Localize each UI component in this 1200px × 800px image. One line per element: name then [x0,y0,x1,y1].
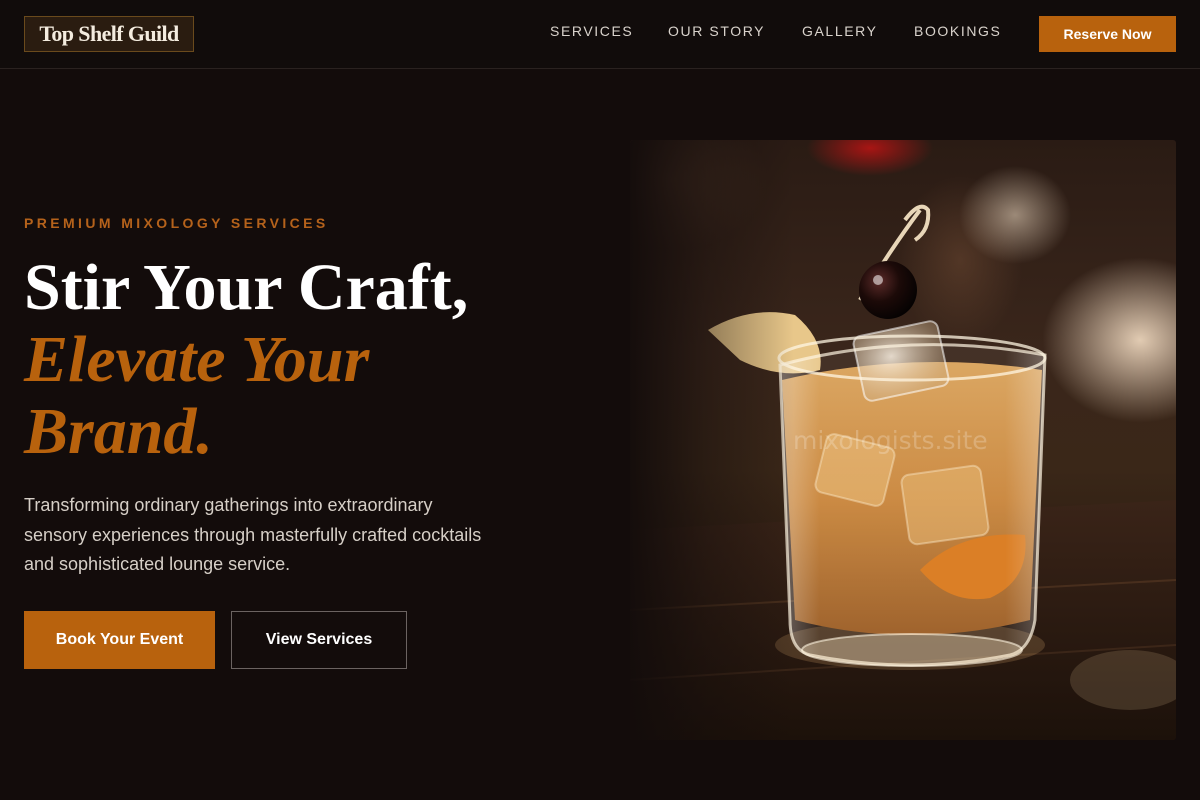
headline-line-2: Elevate Your [24,323,370,396]
hero-description: Transforming ordinary gatherings into ex… [24,495,482,575]
image-watermark: mixologists.site [793,426,988,455]
nav-link-our-story[interactable]: OUR STORY [668,23,765,39]
logo[interactable]: Top Shelf Guild [24,16,194,52]
nav-link-gallery[interactable]: GALLERY [802,23,878,39]
site-header: Top Shelf Guild SERVICES OUR STORY GALLE… [0,0,1200,69]
logo-text: Top Shelf Guild [39,21,179,46]
book-your-event-button[interactable]: Book Your Event [24,611,215,669]
nav-link-bookings[interactable]: BOOKINGS [914,23,1001,39]
view-services-button[interactable]: View Services [231,611,407,669]
nav-link-services[interactable]: SERVICES [550,23,633,39]
cocktail-hero-image: mixologists.site [630,140,1176,740]
hero-eyebrow: PREMIUM MIXOLOGY SERVICES [24,215,329,231]
headline-line-3: Brand. [24,395,213,468]
reserve-now-button[interactable]: Reserve Now [1039,16,1176,52]
headline-line-1: Stir Your Craft, [24,251,469,324]
